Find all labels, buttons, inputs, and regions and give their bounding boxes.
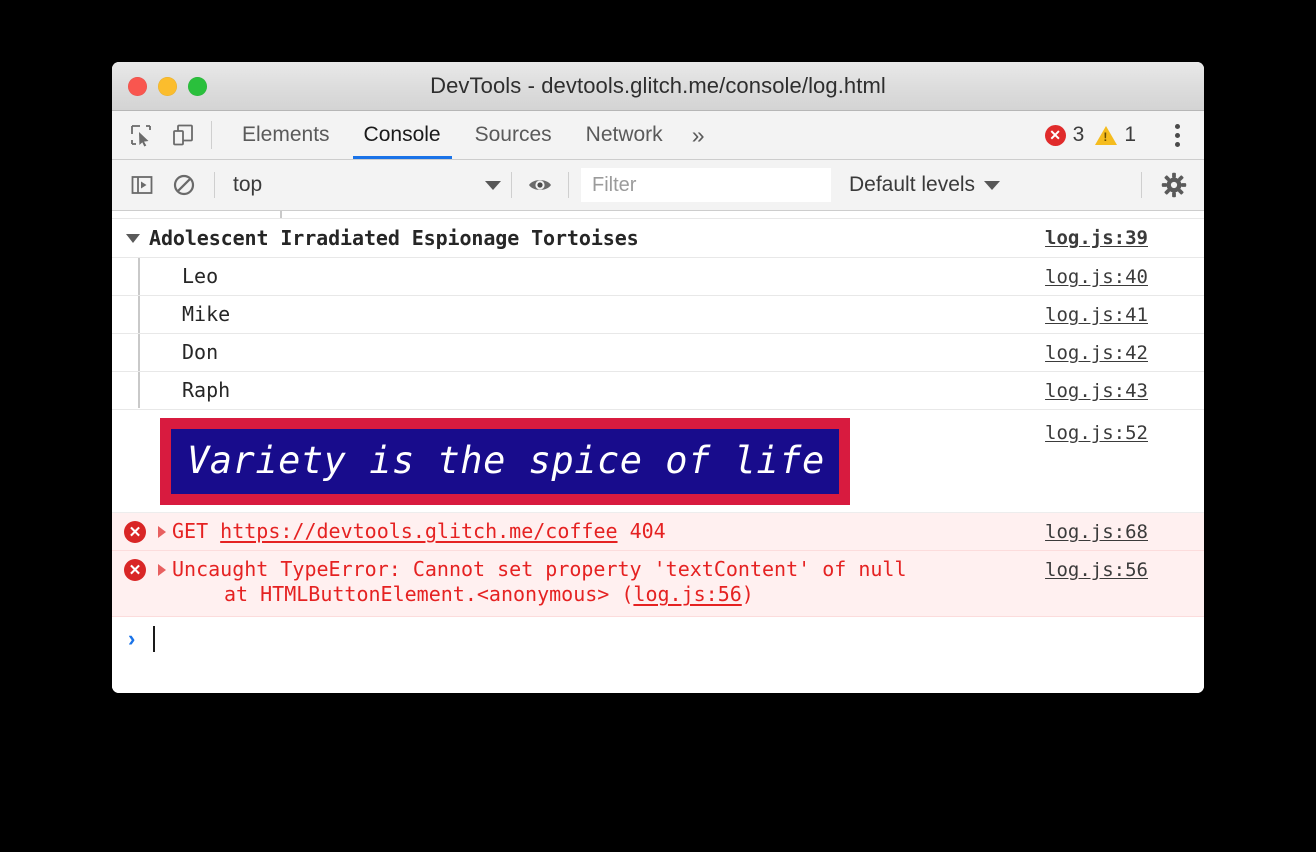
console-sidebar-icon[interactable] xyxy=(126,169,158,201)
error-icon: ✕ xyxy=(124,521,146,543)
console-toolbar: top Filter Default levels xyxy=(112,160,1204,211)
console-error-row[interactable]: ✕ Uncaught TypeError: Cannot set propert… xyxy=(112,551,1204,617)
group-header-text: Adolescent Irradiated Espionage Tortoise… xyxy=(149,226,1045,251)
clear-console-icon[interactable] xyxy=(168,169,200,201)
more-tabs-button[interactable]: » xyxy=(680,111,717,159)
devtools-tabs: Elements Console Sources Network » xyxy=(225,111,716,159)
warning-count-icon xyxy=(1095,126,1117,145)
error-count: 3 xyxy=(1073,123,1085,147)
group-indent-guide xyxy=(112,372,144,409)
stack-source-link[interactable]: log.js:56 xyxy=(633,582,741,606)
chevron-down-icon xyxy=(485,181,501,190)
message-text: Leo xyxy=(144,264,1045,289)
prompt-chevron-icon: › xyxy=(128,626,135,652)
message-text: Don xyxy=(144,340,1045,365)
chevron-right-icon[interactable] xyxy=(158,526,166,538)
source-link[interactable]: log.js:39 xyxy=(1045,227,1204,249)
console-toolbar-divider-2 xyxy=(511,172,512,198)
device-toolbar-icon[interactable] xyxy=(168,120,198,150)
live-expression-eye-icon[interactable] xyxy=(524,169,556,201)
console-toolbar-divider-3 xyxy=(568,172,569,198)
issue-counters[interactable]: ✕ 3 1 xyxy=(1045,123,1140,147)
source-link[interactable]: log.js:68 xyxy=(1045,521,1204,543)
console-message-row[interactable]: Mike log.js:41 xyxy=(112,296,1204,334)
warning-count: 1 xyxy=(1124,123,1136,147)
error-message: GET https://devtools.glitch.me/coffee 40… xyxy=(172,519,1045,544)
kebab-menu-icon[interactable] xyxy=(1162,120,1192,150)
error-message-text: Uncaught TypeError: Cannot set property … xyxy=(172,557,907,581)
console-prompt-row[interactable]: › xyxy=(112,617,1204,661)
chevron-right-icon[interactable] xyxy=(158,564,166,576)
group-indent-guide xyxy=(112,296,144,333)
log-levels-label: Default levels xyxy=(849,173,975,197)
source-link[interactable]: log.js:52 xyxy=(1045,422,1204,444)
devtools-tabbar: Elements Console Sources Network » ✕ 3 1 xyxy=(112,111,1204,160)
source-link[interactable]: log.js:41 xyxy=(1045,304,1204,326)
log-levels-selector[interactable]: Default levels xyxy=(849,173,1000,197)
console-toolbar-divider-4 xyxy=(1141,172,1142,198)
console-message-row[interactable]: Leo log.js:40 xyxy=(112,258,1204,296)
error-message: Uncaught TypeError: Cannot set property … xyxy=(172,551,1045,607)
tab-console[interactable]: Console xyxy=(347,111,458,159)
error-method: GET xyxy=(172,519,220,543)
scrolled-partial-row xyxy=(112,211,1204,219)
traffic-lights xyxy=(128,62,207,110)
error-count-icon: ✕ xyxy=(1045,125,1066,146)
window-title: DevTools - devtools.glitch.me/console/lo… xyxy=(112,73,1204,99)
error-icon: ✕ xyxy=(124,559,146,581)
chevron-down-icon xyxy=(984,181,1000,190)
inspect-element-icon[interactable] xyxy=(126,120,156,150)
window-titlebar: DevTools - devtools.glitch.me/console/lo… xyxy=(112,62,1204,111)
stack-prefix: at HTMLButtonElement.<anonymous> ( xyxy=(224,582,633,606)
chevron-down-icon[interactable] xyxy=(126,234,140,243)
maximize-window-button[interactable] xyxy=(188,77,207,96)
error-stack-line: at HTMLButtonElement.<anonymous> (log.js… xyxy=(172,582,1045,607)
tab-network[interactable]: Network xyxy=(569,111,680,159)
source-link[interactable]: log.js:43 xyxy=(1045,380,1204,402)
console-message-list[interactable]: Adolescent Irradiated Espionage Tortoise… xyxy=(112,211,1204,693)
gear-icon[interactable] xyxy=(1158,169,1190,201)
message-text: Mike xyxy=(144,302,1045,327)
source-link[interactable]: log.js:42 xyxy=(1045,342,1204,364)
styled-message-wrapper: Variety is the spice of life xyxy=(112,410,1045,505)
group-indent-guide xyxy=(112,334,144,371)
console-message-row[interactable]: Don log.js:42 xyxy=(112,334,1204,372)
console-group-header[interactable]: Adolescent Irradiated Espionage Tortoise… xyxy=(112,219,1204,258)
execution-context-selector[interactable]: top xyxy=(229,173,505,197)
tabbar-left-icons xyxy=(112,111,198,159)
tabbar-right-controls: ✕ 3 1 xyxy=(1045,111,1204,159)
error-url[interactable]: https://devtools.glitch.me/coffee xyxy=(220,519,617,543)
filter-input[interactable]: Filter xyxy=(581,168,831,202)
tab-elements[interactable]: Elements xyxy=(225,111,347,159)
tabbar-divider xyxy=(211,121,212,149)
execution-context-label: top xyxy=(233,173,485,197)
close-window-button[interactable] xyxy=(128,77,147,96)
source-link[interactable]: log.js:56 xyxy=(1045,559,1204,581)
minimize-window-button[interactable] xyxy=(158,77,177,96)
tab-sources[interactable]: Sources xyxy=(458,111,569,159)
console-styled-message-row[interactable]: Variety is the spice of life log.js:52 xyxy=(112,410,1204,513)
text-cursor xyxy=(153,626,155,652)
message-text: Raph xyxy=(144,378,1045,403)
console-error-row[interactable]: ✕ GET https://devtools.glitch.me/coffee … xyxy=(112,513,1204,551)
source-link[interactable]: log.js:40 xyxy=(1045,266,1204,288)
devtools-window: DevTools - devtools.glitch.me/console/lo… xyxy=(112,62,1204,693)
console-toolbar-divider-1 xyxy=(214,172,215,198)
error-status: 404 xyxy=(618,519,666,543)
stack-suffix: ) xyxy=(742,582,754,606)
group-indent-guide xyxy=(112,258,144,295)
console-message-row[interactable]: Raph log.js:43 xyxy=(112,372,1204,410)
styled-message-text: Variety is the spice of life xyxy=(160,418,850,505)
